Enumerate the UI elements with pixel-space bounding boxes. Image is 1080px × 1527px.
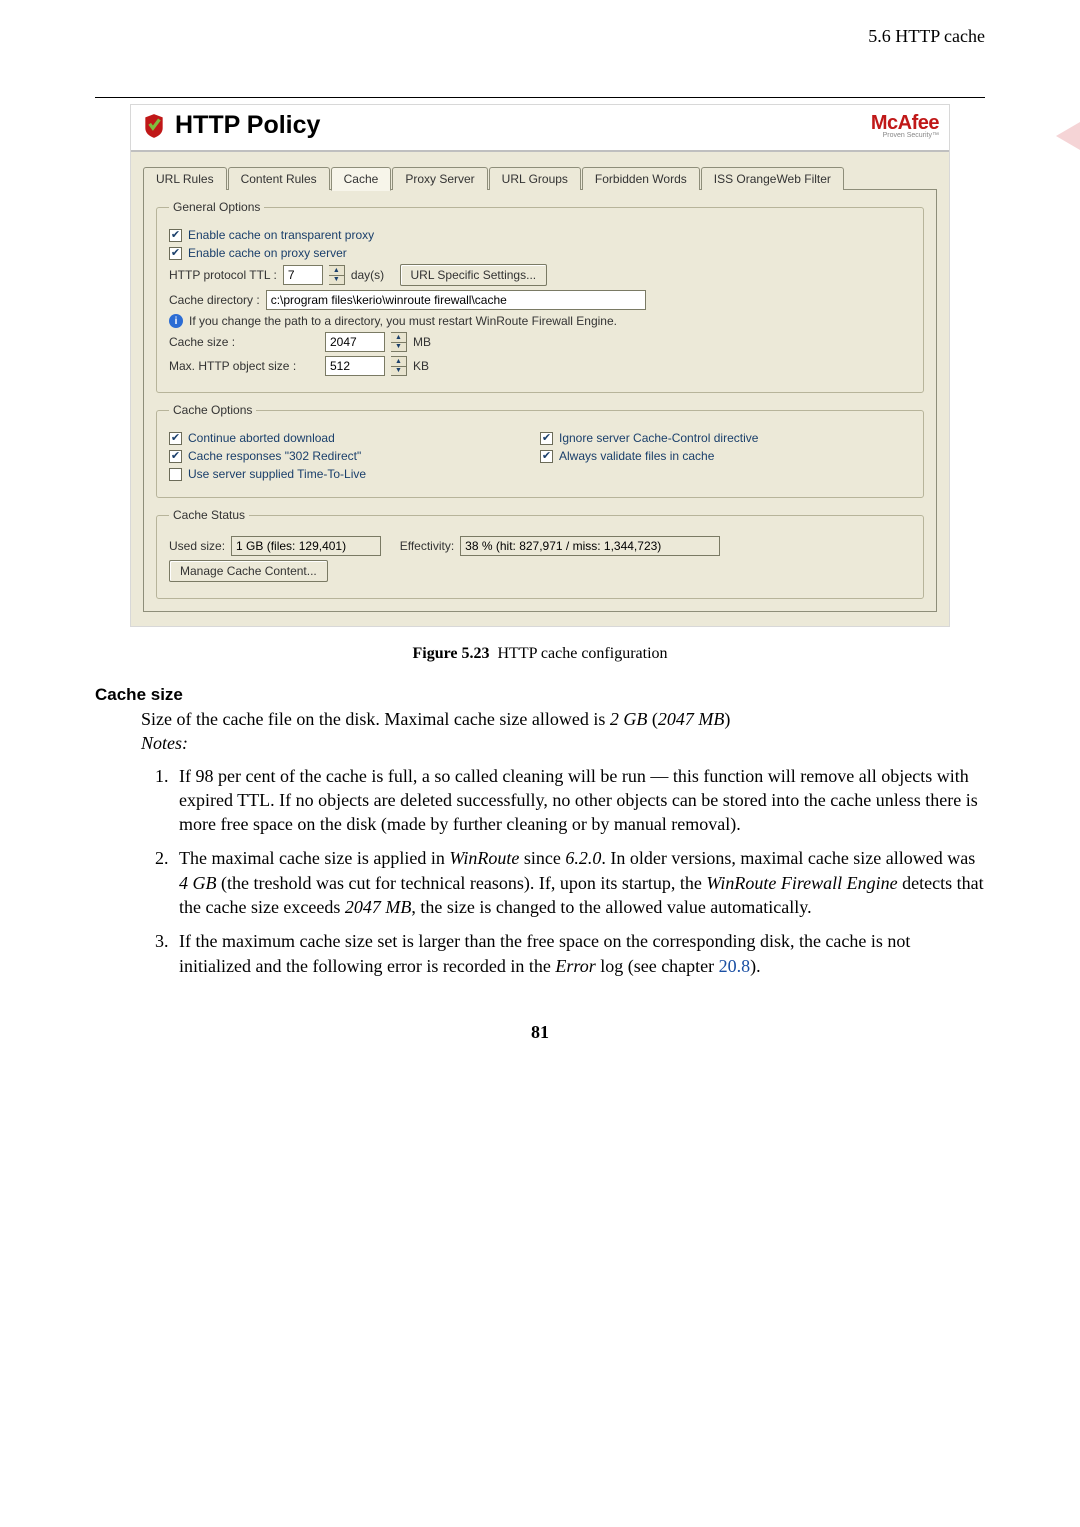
url-specific-settings-button[interactable]: URL Specific Settings... — [400, 264, 548, 286]
continue-aborted-label: Continue aborted download — [188, 431, 335, 445]
max-obj-label: Max. HTTP object size : — [169, 359, 319, 373]
intro-em-1: 2 GB — [610, 709, 648, 729]
cache-size-unit: MB — [413, 335, 431, 349]
figure-caption: Figure 5.23 HTTP cache configuration — [95, 645, 985, 663]
enable-transparent-label: Enable cache on transparent proxy — [188, 228, 374, 242]
use-server-ttl-checkbox[interactable] — [169, 468, 182, 481]
dialog-title: HTTP Policy — [175, 111, 320, 140]
enable-proxy-checkbox[interactable] — [169, 247, 182, 260]
use-server-ttl-label: Use server supplied Time-To-Live — [188, 467, 366, 481]
ttl-input[interactable] — [283, 265, 323, 285]
figure-caption-text: HTTP cache configuration — [498, 645, 668, 662]
ignore-cc-label: Ignore server Cache-Control directive — [559, 431, 758, 445]
tab-forbidden-words[interactable]: Forbidden Words — [582, 167, 700, 190]
tab-cache[interactable]: Cache — [331, 167, 392, 191]
brand-name: McAfee — [871, 112, 939, 134]
enable-transparent-checkbox[interactable] — [169, 229, 182, 242]
max-obj-spinner[interactable]: ▲▼ — [391, 356, 407, 376]
validate-checkbox[interactable] — [540, 450, 553, 463]
tab-proxy-server[interactable]: Proxy Server — [392, 167, 487, 190]
validate-label: Always validate files in cache — [559, 449, 714, 463]
tab-url-rules[interactable]: URL Rules — [143, 167, 227, 190]
intro-em-2: 2047 MB — [658, 709, 725, 729]
page-corner-decoration — [1056, 122, 1080, 150]
cache-status-group: Cache Status Used size: Effectivity: Man… — [156, 508, 924, 599]
http-policy-dialog: HTTP Policy McAfee Proven Security™ URL … — [130, 104, 950, 627]
effectivity-value — [460, 536, 720, 556]
info-icon: i — [169, 314, 183, 328]
used-size-label: Used size: — [169, 539, 225, 553]
cache-302-label: Cache responses "302 Redirect" — [188, 449, 361, 463]
note-item-1: If 98 per cent of the cache is full, a s… — [173, 764, 985, 837]
header-rule — [95, 97, 985, 98]
cache-302-checkbox[interactable] — [169, 450, 182, 463]
info-text: If you change the path to a directory, y… — [189, 314, 617, 328]
ttl-spinner[interactable]: ▲▼ — [329, 265, 345, 285]
cache-size-spinner[interactable]: ▲▼ — [391, 332, 407, 352]
tab-strip: URL Rules Content Rules Cache Proxy Serv… — [143, 166, 937, 190]
cache-size-label: Cache size : — [169, 335, 319, 349]
tab-panel: General Options Enable cache on transpar… — [143, 189, 937, 612]
used-size-value — [231, 536, 381, 556]
section-heading: Cache size — [95, 685, 985, 705]
note-item-3: If the maximum cache size set is larger … — [173, 929, 985, 978]
page-number: 81 — [95, 1022, 985, 1043]
tab-iss-filter[interactable]: ISS OrangeWeb Filter — [701, 167, 844, 190]
tab-url-groups[interactable]: URL Groups — [489, 167, 581, 190]
general-options-legend: General Options — [169, 200, 264, 214]
figure-number: Figure 5.23 — [412, 645, 489, 662]
cache-dir-input[interactable] — [266, 290, 646, 310]
notes-label: Notes: — [141, 733, 188, 753]
intro-text-1: Size of the cache file on the disk. Maxi… — [141, 709, 610, 729]
intro-paren: ( — [647, 709, 658, 729]
cache-status-legend: Cache Status — [169, 508, 249, 522]
max-obj-unit: KB — [413, 359, 429, 373]
cache-dir-label: Cache directory : — [169, 293, 260, 307]
continue-aborted-checkbox[interactable] — [169, 432, 182, 445]
general-options-group: General Options Enable cache on transpar… — [156, 200, 924, 393]
ttl-unit: day(s) — [351, 268, 384, 282]
note-item-2: The maximal cache size is applied in Win… — [173, 846, 985, 919]
max-obj-input[interactable] — [325, 356, 385, 376]
enable-proxy-label: Enable cache on proxy server — [188, 246, 347, 260]
section-intro: Size of the cache file on the disk. Maxi… — [141, 707, 985, 756]
ttl-label: HTTP protocol TTL : — [169, 268, 277, 282]
effectivity-label: Effectivity: — [400, 539, 454, 553]
notes-list: If 98 per cent of the cache is full, a s… — [141, 764, 985, 978]
brand-logo: McAfee Proven Security™ — [871, 112, 939, 139]
cache-options-legend: Cache Options — [169, 403, 256, 417]
intro-end: ) — [724, 709, 730, 729]
manage-cache-content-button[interactable]: Manage Cache Content... — [169, 560, 328, 582]
cache-options-group: Cache Options Continue aborted download … — [156, 403, 924, 498]
tab-content-rules[interactable]: Content Rules — [228, 167, 330, 190]
cache-size-input[interactable] — [325, 332, 385, 352]
dialog-titlebar: HTTP Policy McAfee Proven Security™ — [131, 105, 949, 152]
page-header: 5.6 HTTP cache — [95, 20, 985, 47]
ignore-cc-checkbox[interactable] — [540, 432, 553, 445]
app-logo-icon — [141, 113, 167, 139]
